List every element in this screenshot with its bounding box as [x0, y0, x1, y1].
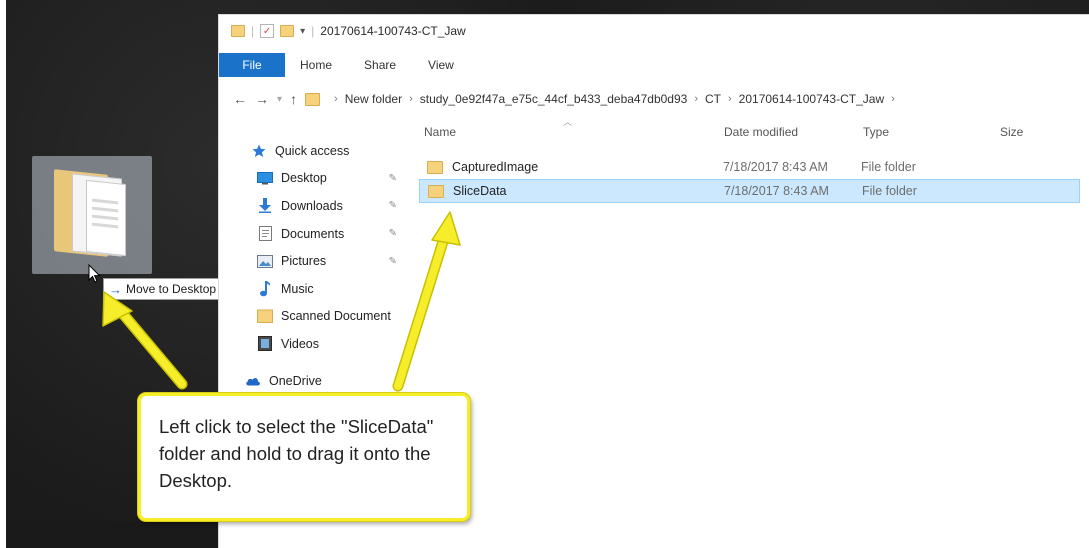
- callout-text: Left click to select the "SliceData" fol…: [159, 416, 434, 491]
- instruction-callout: Left click to select the "SliceData" fol…: [138, 393, 470, 521]
- title-bar: | ✓ ▾ | 20170614-100743-CT_Jaw: [219, 15, 1089, 47]
- sidebar-item-pictures[interactable]: Pictures ✎: [219, 247, 405, 275]
- sidebar-item-label: Quick access: [275, 143, 350, 158]
- folder-icon: [305, 92, 321, 106]
- sidebar-item-label: Desktop: [281, 171, 327, 186]
- folder-icon: [257, 309, 273, 324]
- pin-icon[interactable]: ✎: [389, 173, 397, 184]
- chevron-right-icon[interactable]: ›: [334, 93, 338, 105]
- column-header-size[interactable]: Size: [1000, 125, 1023, 139]
- file-name: SliceData: [453, 184, 507, 198]
- file-date: 7/18/2017 8:43 AM: [724, 184, 829, 198]
- sidebar-item-onedrive[interactable]: OneDrive: [219, 367, 405, 395]
- sidebar-item-label: Documents: [281, 226, 345, 241]
- tab-home[interactable]: Home: [285, 58, 348, 72]
- videos-icon: [257, 336, 273, 352]
- file-type: File folder: [862, 184, 917, 198]
- sidebar-item-downloads[interactable]: Downloads ✎: [219, 192, 405, 220]
- sidebar-item-quick-access[interactable]: Quick access: [219, 137, 405, 165]
- sidebar-item-desktop[interactable]: Desktop ✎: [219, 165, 405, 193]
- breadcrumb: › New folder › study_0e92f47a_e75c_44cf_…: [334, 92, 895, 106]
- chevron-right-icon[interactable]: ›: [409, 93, 413, 105]
- tooltip-label: Move to Desktop: [126, 282, 217, 296]
- move-arrow-icon: →: [109, 281, 122, 297]
- sidebar-item-videos[interactable]: Videos: [219, 330, 405, 358]
- sidebar-item-music[interactable]: Music: [219, 275, 405, 303]
- crumb-new-folder[interactable]: New folder: [345, 92, 402, 106]
- pin-icon[interactable]: ✎: [389, 256, 397, 267]
- column-header-type[interactable]: Type: [863, 125, 889, 139]
- cloud-icon: [245, 374, 261, 388]
- sidebar-item-label: Videos: [281, 336, 319, 351]
- documents-icon: [257, 226, 273, 242]
- back-arrow-icon[interactable]: ←: [233, 91, 247, 107]
- folder-icon: [428, 184, 444, 198]
- sidebar-item-label: Music: [281, 281, 314, 296]
- customize-toolbar-icon[interactable]: ▾: [300, 26, 305, 37]
- chevron-right-icon[interactable]: ›: [694, 93, 698, 105]
- chevron-right-icon[interactable]: ›: [728, 93, 732, 105]
- new-folder-icon[interactable]: [280, 25, 295, 37]
- table-row-selected[interactable]: SliceData 7/18/2017 8:43 AM File folder: [419, 179, 1080, 203]
- up-arrow-icon[interactable]: ↑: [290, 91, 297, 107]
- sidebar-item-label: Scanned Document: [281, 309, 391, 324]
- pictures-icon: [257, 254, 273, 268]
- table-row[interactable]: CapturedImage 7/18/2017 8:43 AM File fol…: [419, 155, 1080, 179]
- chevron-right-icon[interactable]: ›: [891, 93, 895, 105]
- download-icon: [257, 198, 273, 214]
- column-header-name[interactable]: Name: [424, 125, 456, 139]
- star-icon: [251, 144, 267, 158]
- music-icon: [257, 280, 273, 297]
- crumb-ct[interactable]: CT: [705, 92, 721, 106]
- folder-icon: [231, 25, 245, 37]
- column-header-date[interactable]: Date modified: [724, 125, 798, 139]
- folder-paper-front: [86, 179, 126, 257]
- crumb-ct-jaw[interactable]: 20170614-100743-CT_Jaw: [739, 92, 884, 106]
- properties-icon[interactable]: ✓: [260, 24, 275, 38]
- sidebar-item-label: Downloads: [281, 198, 343, 213]
- pin-icon[interactable]: ✎: [389, 228, 397, 239]
- sidebar-item-label: OneDrive: [269, 373, 322, 388]
- file-name: CapturedImage: [452, 160, 539, 174]
- file-date: 7/18/2017 8:43 AM: [723, 160, 828, 174]
- folder-icon: [427, 160, 443, 174]
- ribbon-tabs: File Home Share View: [219, 53, 1089, 77]
- forward-arrow-icon[interactable]: →: [255, 91, 269, 107]
- tab-file[interactable]: File: [219, 53, 285, 77]
- crumb-study[interactable]: study_0e92f47a_e75c_44cf_b433_deba47db0d…: [420, 92, 688, 106]
- sidebar-item-label: Pictures: [281, 254, 327, 269]
- recent-locations-icon[interactable]: ▾: [277, 94, 282, 105]
- dragged-folder-ghost[interactable]: [32, 156, 152, 274]
- file-type: File folder: [861, 160, 916, 174]
- navigation-pane: Quick access Desktop ✎ Downloads ✎ Docum…: [219, 137, 405, 394]
- mouse-cursor-icon: [88, 264, 101, 283]
- window-title: 20170614-100743-CT_Jaw: [320, 24, 466, 38]
- address-bar: ← → ▾ ↑ › New folder › study_0e92f47a_e7…: [219, 85, 1089, 113]
- tab-share[interactable]: Share: [348, 58, 412, 72]
- desktop-icon: [257, 171, 273, 185]
- tab-view[interactable]: View: [412, 58, 470, 72]
- pin-icon[interactable]: ✎: [389, 200, 397, 211]
- sidebar-item-documents[interactable]: Documents ✎: [219, 220, 405, 248]
- sort-ascending-icon: ︿: [563, 117, 573, 127]
- sidebar-item-scanned-document[interactable]: Scanned Document: [219, 303, 405, 331]
